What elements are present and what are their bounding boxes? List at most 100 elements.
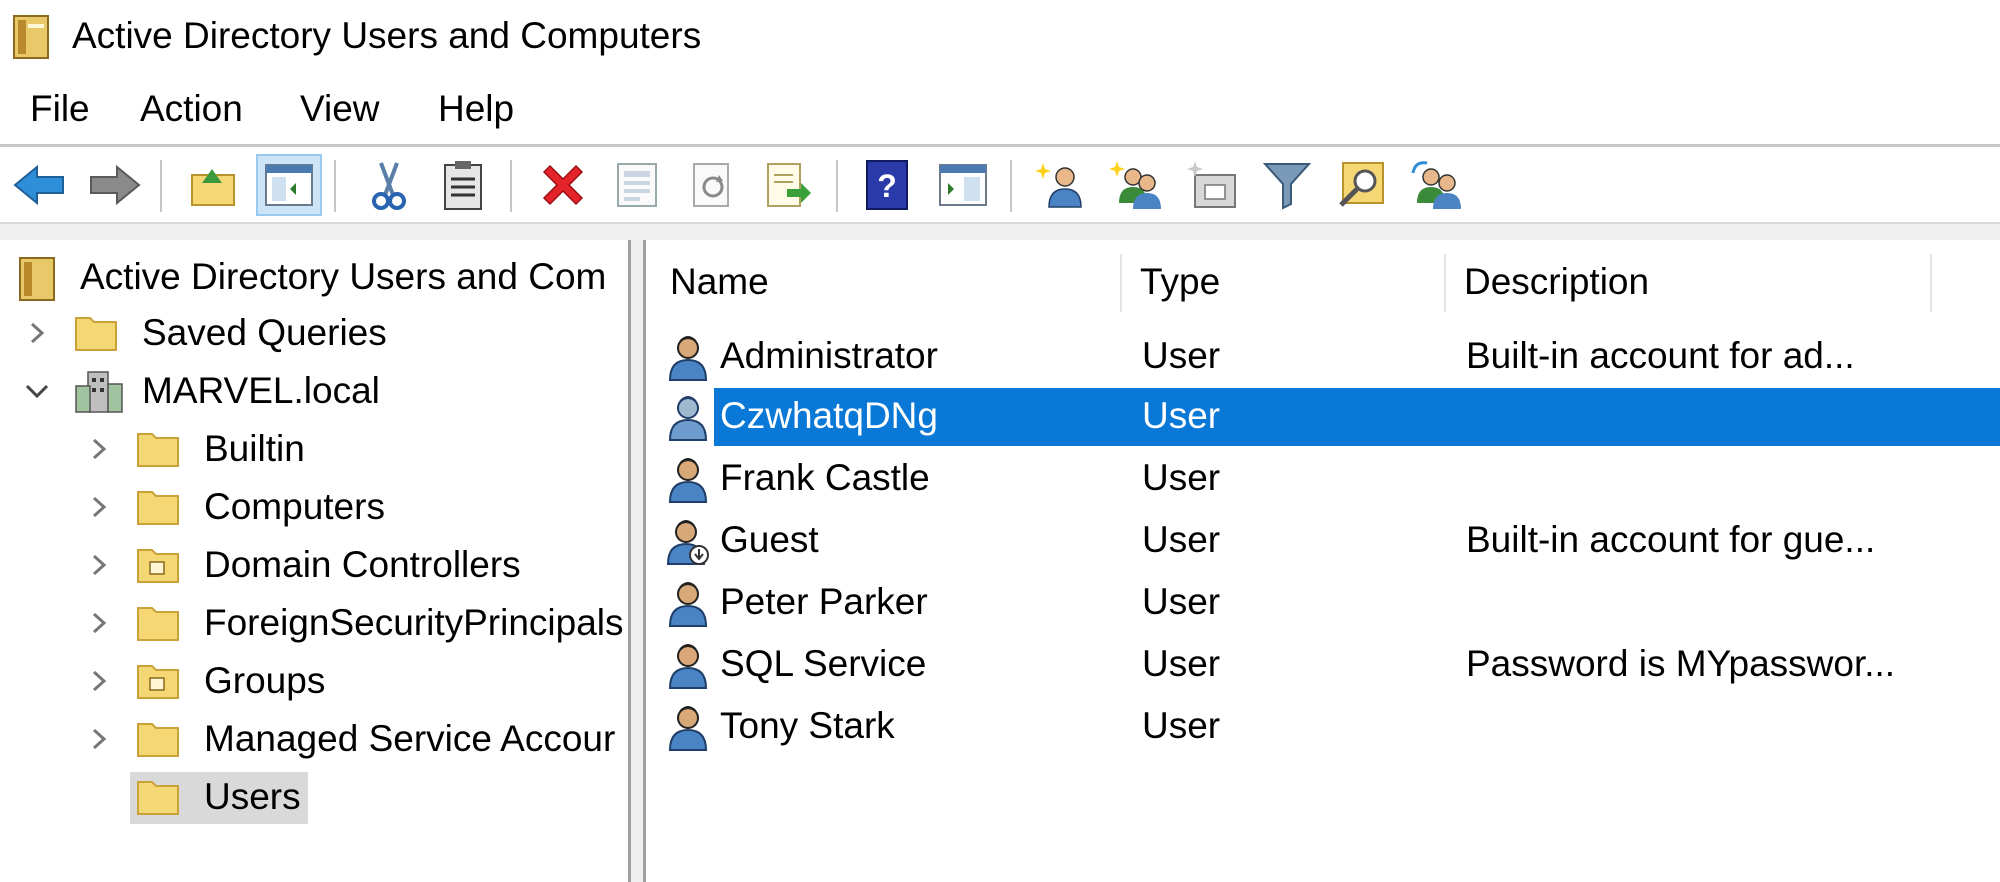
show-hide-console-tree-button[interactable] (256, 154, 322, 216)
new-group-icon (1109, 161, 1161, 209)
user-icon (666, 580, 710, 628)
tree-item-foreign-security-principals[interactable]: ForeignSecurityPrincipals (0, 596, 628, 650)
cell-description: Password is MYpasswor... (1466, 643, 1896, 684)
user-icon (666, 394, 710, 442)
list-row-czwhatqdng[interactable]: CzwhatqDNg User (646, 386, 2000, 446)
forward-icon (90, 164, 141, 206)
window-title: Active Directory Users and Computers (72, 15, 702, 56)
tree-item-users[interactable]: Users (0, 770, 628, 824)
menu-file[interactable]: File (30, 84, 90, 134)
list-row-sql-service[interactable]: SQL Service User Password is MYpasswor..… (646, 634, 2000, 694)
export-list-button[interactable] (756, 154, 822, 216)
menu-action[interactable]: Action (140, 84, 243, 134)
chevron-right-icon[interactable] (84, 492, 114, 522)
tree-item-label: MARVEL.local (142, 370, 380, 411)
up-one-level-button[interactable] (180, 154, 246, 216)
add-to-group-button[interactable] (1404, 154, 1470, 216)
column-header-name[interactable]: Name (646, 248, 1122, 316)
delete-button[interactable] (530, 154, 596, 216)
folder-icon (136, 776, 180, 816)
tree-item-label: Saved Queries (142, 312, 387, 353)
cell-name: Guest (720, 519, 819, 560)
new-group-button[interactable] (1104, 154, 1170, 216)
new-user-icon (1035, 163, 1082, 208)
user-icon (666, 704, 710, 752)
pane-splitter[interactable] (628, 240, 646, 882)
tree-item-builtin[interactable]: Builtin (0, 422, 628, 476)
cell-type: User (1142, 335, 1221, 376)
list-row-tony-stark[interactable]: Tony Stark User (646, 696, 2000, 756)
cut-icon (372, 162, 406, 210)
column-header-type[interactable]: Type (1122, 248, 1446, 316)
domain-icon (74, 370, 123, 413)
forward-button[interactable] (82, 154, 148, 216)
user-icon (666, 456, 710, 504)
refresh-button[interactable] (680, 154, 746, 216)
paste-icon (444, 161, 482, 210)
list-row-peter-parker[interactable]: Peter Parker User (646, 572, 2000, 632)
properties-button[interactable] (604, 154, 670, 216)
paste-button[interactable] (430, 154, 496, 216)
svg-text:?: ? (877, 168, 897, 204)
refresh-icon (693, 163, 729, 207)
back-button[interactable] (6, 154, 72, 216)
menu-separator (0, 144, 2000, 147)
title-bar: Active Directory Users and Computers (0, 0, 2000, 72)
list-header: Name Type Description (646, 248, 2000, 316)
chevron-right-icon[interactable] (22, 318, 52, 348)
console-tree-button[interactable] (930, 154, 996, 216)
tree-item-saved-queries[interactable]: Saved Queries (0, 306, 628, 360)
tree-item-domain-controllers[interactable]: Domain Controllers (0, 538, 628, 592)
tree-root[interactable]: Active Directory Users and Com (0, 250, 628, 304)
chevron-right-icon[interactable] (84, 666, 114, 696)
toolbar-separator (160, 160, 162, 212)
toolbar-separator (510, 160, 512, 212)
tree-root-label: Active Directory Users and Com (80, 256, 607, 297)
tree-item-label: Builtin (204, 428, 305, 469)
menu-bar: File Action View Help (0, 84, 2000, 134)
tree-item-managed-service-accounts[interactable]: Managed Service Accour (0, 712, 628, 766)
list-row-administrator[interactable]: Administrator User Built-in account for … (646, 326, 2000, 386)
ou-folder-icon (136, 660, 180, 700)
console-tree: Active Directory Users and Com Saved Que… (0, 240, 628, 882)
find-icon (1339, 162, 1384, 207)
chevron-right-icon[interactable] (84, 724, 114, 754)
new-ou-icon (1187, 161, 1236, 208)
cut-button[interactable] (356, 154, 422, 216)
chevron-right-icon[interactable] (84, 434, 114, 464)
toolbar-separator (334, 160, 336, 212)
find-button[interactable] (1328, 154, 1394, 216)
cell-description: Built-in account for ad... (1466, 335, 1855, 376)
properties-icon (617, 163, 657, 207)
folder-icon (74, 312, 118, 352)
disabled-user-icon (666, 518, 710, 566)
cell-type: User (1142, 519, 1221, 560)
help-button[interactable]: ? (854, 154, 920, 216)
show-hide-console-tree-icon (265, 164, 313, 206)
menu-help[interactable]: Help (438, 84, 514, 134)
tree-item-marvel-local[interactable]: MARVEL.local (0, 364, 628, 418)
filter-button[interactable] (1254, 154, 1320, 216)
list-row-guest[interactable]: Guest User Built-in account for gue... (646, 510, 2000, 570)
chevron-down-icon[interactable] (22, 376, 52, 406)
chevron-right-icon[interactable] (84, 550, 114, 580)
menu-view[interactable]: View (300, 84, 380, 134)
ad-book-icon (18, 256, 62, 301)
new-user-button[interactable] (1028, 154, 1094, 216)
tree-item-computers[interactable]: Computers (0, 480, 628, 534)
folder-icon (136, 486, 180, 526)
list-row-frank-castle[interactable]: Frank Castle User (646, 448, 2000, 508)
add-to-group-icon (1411, 161, 1461, 209)
column-divider[interactable] (1930, 254, 1932, 312)
cell-name: Administrator (720, 335, 938, 376)
console-tree-icon (939, 164, 987, 206)
new-ou-button[interactable] (1180, 154, 1246, 216)
cell-name: CzwhatqDNg (720, 395, 938, 436)
column-header-description[interactable]: Description (1446, 248, 1930, 316)
chevron-right-icon[interactable] (84, 608, 114, 638)
cell-type: User (1142, 643, 1221, 684)
cell-type: User (1142, 581, 1221, 622)
tree-item-groups[interactable]: Groups (0, 654, 628, 708)
toolbar-divider (0, 222, 2000, 240)
cell-name: Peter Parker (720, 581, 928, 622)
